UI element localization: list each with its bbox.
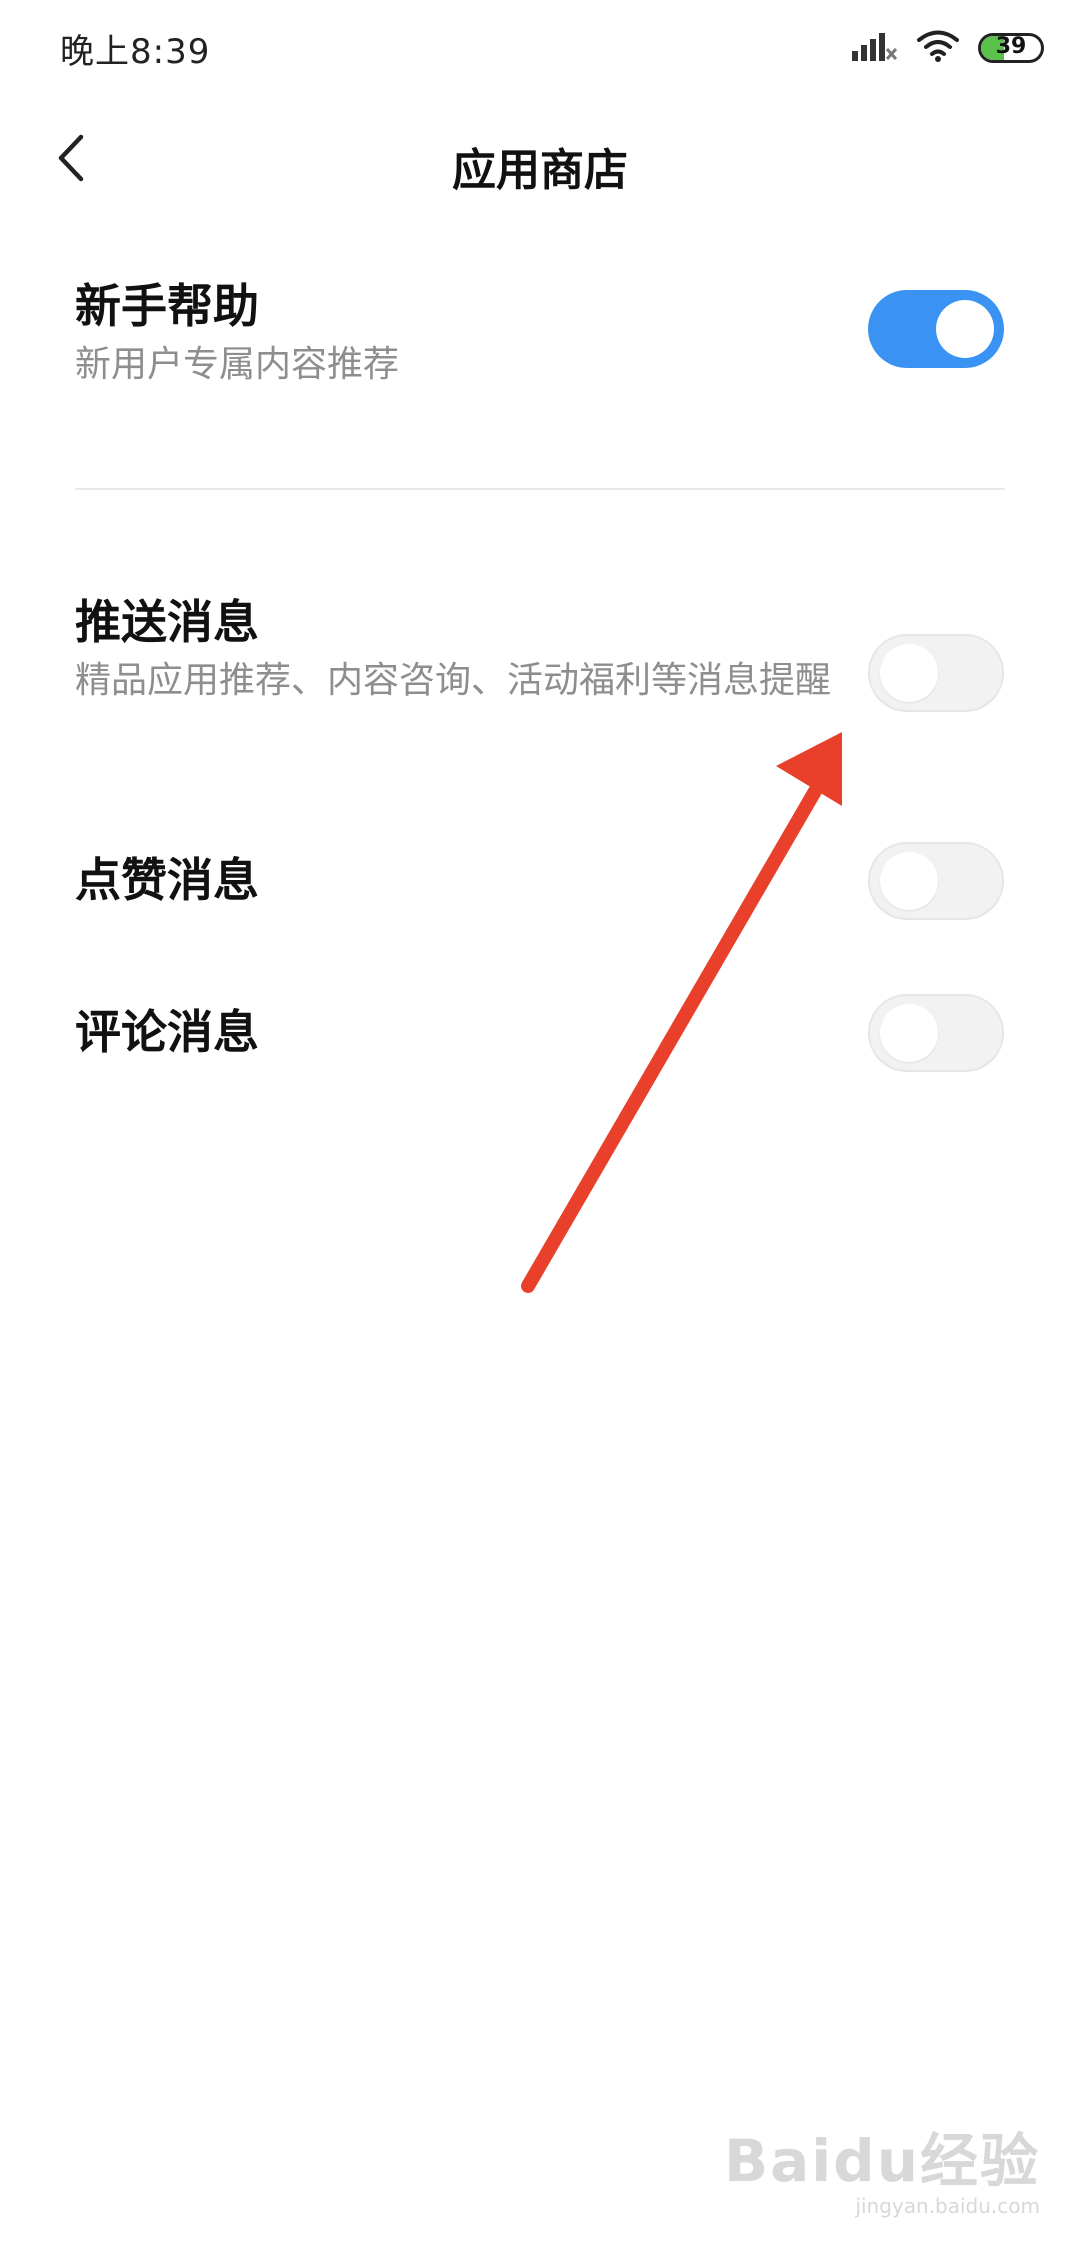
setting-title: 推送消息 [75,595,259,649]
page-title: 应用商店 [452,145,628,196]
arrow-head [776,732,842,806]
setting-title: 点赞消息 [75,853,259,907]
battery-level: 39 [995,34,1027,59]
toggle-like-messages[interactable] [868,842,1004,920]
watermark-logo: Baidu经验 [723,2127,1040,2195]
toggle-new-user-help[interactable] [868,290,1004,368]
signal-icon [850,29,898,67]
toggle-knob [936,300,994,358]
setting-description: 新用户专属内容推荐 [75,344,400,385]
battery-icon: 39 [978,33,1044,63]
divider [75,488,1005,490]
toggle-push-messages[interactable] [868,634,1004,712]
status-time: 晚上8:39 [60,32,211,72]
setting-row-comment-messages: 评论消息 [75,1004,1005,1060]
setting-title: 新手帮助 [75,279,259,333]
setting-description: 精品应用推荐、内容咨询、活动福利等消息提醒 [75,660,832,701]
setting-title: 评论消息 [75,1005,259,1059]
setting-row-like-messages: 点赞消息 [75,852,1005,908]
status-bar: 晚上8:39 39 [0,0,1080,100]
wifi-icon [916,29,960,67]
toggle-knob [880,852,938,910]
status-icons: 39 [850,28,1044,68]
toggle-knob [880,1004,938,1062]
header: 应用商店 [0,110,1080,210]
watermark: Baidu经验 jingyan.baidu.com [724,2114,1040,2218]
toggle-comment-messages[interactable] [868,994,1004,1072]
setting-row-push-messages: 推送消息 精品应用推荐、内容咨询、活动福利等消息提醒 [75,594,1005,708]
toggle-knob [880,644,938,702]
setting-row-new-user-help: 新手帮助 新用户专属内容推荐 [75,278,1005,392]
